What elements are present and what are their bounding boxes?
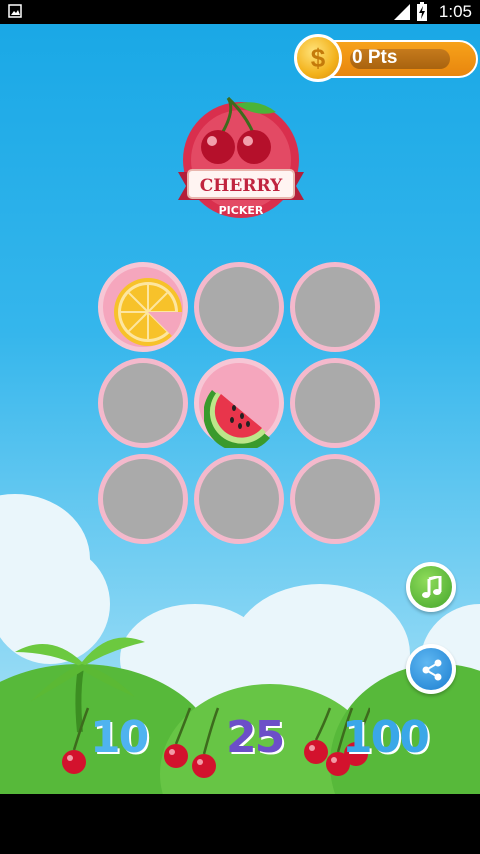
music-note-icon [422,576,442,598]
points-label: 0 Pts [352,47,398,68]
hidden-card[interactable] [290,358,380,448]
game-screen: 0 Pts $ CHERRY PICKER 10 25 100 [0,24,480,794]
hidden-card[interactable] [98,454,188,544]
score-points: 100 [342,712,430,763]
cherry-picker-logo: CHERRY PICKER [178,96,304,218]
hidden-card[interactable] [290,454,380,544]
hidden-card[interactable] [194,454,284,544]
score-points: 10 [90,712,149,763]
cherry-icon [164,707,220,778]
hidden-card[interactable] [290,262,380,352]
logo-subtitle: PICKER [219,204,264,217]
music-button[interactable] [406,562,456,612]
nav-bar [0,794,480,854]
image-notification-icon [8,4,22,18]
share-button[interactable] [406,644,456,694]
coin-symbol: $ [310,43,326,73]
battery-icon [417,2,427,21]
signal-icon [394,4,410,20]
watermelon-slice-icon [204,390,270,448]
logo-title: CHERRY [200,176,283,196]
revealed-card-watermelon[interactable] [194,358,284,448]
hidden-card[interactable] [98,358,188,448]
coin-icon: $ [294,34,342,82]
score-points: 25 [226,712,285,763]
clock: 1:05 [438,2,472,21]
status-bar: 1:05 [0,0,480,24]
share-icon [422,659,442,681]
orange-slice-icon [114,278,182,346]
hidden-card[interactable] [194,262,284,352]
revealed-card-orange[interactable] [98,262,188,352]
